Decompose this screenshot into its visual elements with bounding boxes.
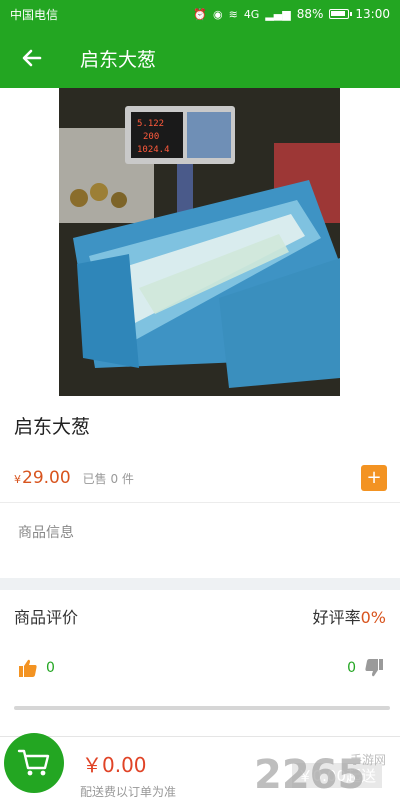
alarm-icon: ⏰	[193, 7, 207, 21]
good-rate: 好评率0%	[313, 604, 386, 628]
good-rate-value: 0%	[360, 608, 386, 627]
cart-button[interactable]	[4, 733, 64, 793]
status-bar: 中国电信 ⏰ ◉ ≋ 4G ▂▄▆ 88% 13:00	[0, 0, 400, 28]
battery-icon	[329, 9, 353, 19]
signal-icon: ▂▄▆	[265, 7, 291, 21]
likes-value: 0	[46, 660, 55, 676]
like-count[interactable]: 0	[18, 658, 55, 678]
scroll-indicator	[14, 706, 390, 710]
price-value: 29.00	[22, 468, 71, 488]
add-to-cart-button[interactable]: +	[361, 465, 387, 491]
reviews-title: 商品评价	[14, 608, 79, 627]
divider	[0, 502, 400, 503]
product-photo: 5.122 200 1024.4	[59, 88, 340, 396]
product-image[interactable]: 5.122 200 1024.4	[59, 88, 340, 396]
eye-icon: ◉	[212, 7, 223, 21]
dislikes-value: 0	[347, 660, 356, 676]
network-type: 4G	[243, 7, 260, 21]
dislike-count[interactable]: 0	[347, 658, 384, 678]
app-header: 启东大葱	[0, 28, 400, 88]
clock: 13:00	[355, 7, 390, 21]
thumbs-down-icon	[365, 659, 383, 677]
wifi-icon: ≋	[228, 7, 238, 21]
page-title: 启东大葱	[80, 48, 157, 71]
thumbs-up-icon	[19, 659, 37, 677]
status-icons: ⏰ ◉ ≋ 4G ▂▄▆ 88% 13:00	[193, 7, 390, 21]
shopping-cart-icon	[17, 749, 50, 776]
currency-symbol: ¥	[14, 473, 21, 486]
sold-count: 已售 0 件	[82, 471, 134, 486]
watermark-sub: 手游网	[350, 753, 386, 767]
good-rate-label: 好评率	[312, 608, 361, 627]
carrier-label: 中国电信	[10, 7, 59, 22]
site-watermark: 2265 手游网	[254, 752, 386, 798]
shipping-note: 配送费以订单为准	[80, 785, 177, 799]
watermark-number: 2265	[254, 752, 365, 798]
product-info-label: 商品信息	[18, 525, 74, 541]
price-row: ¥29.00 已售 0 件 +	[0, 458, 400, 498]
battery-percent: 88%	[296, 7, 324, 21]
back-button[interactable]	[0, 28, 64, 88]
scale-unit-price: 200	[143, 132, 159, 142]
section-separator	[0, 578, 400, 590]
back-arrow-icon	[22, 49, 42, 67]
cart-total: ￥0.00	[82, 753, 147, 777]
scale-weight: 5.122	[137, 119, 164, 129]
product-price: ¥29.00	[14, 468, 71, 488]
product-name: 启东大葱	[14, 416, 91, 438]
scale-total: 1024.4	[137, 145, 170, 155]
